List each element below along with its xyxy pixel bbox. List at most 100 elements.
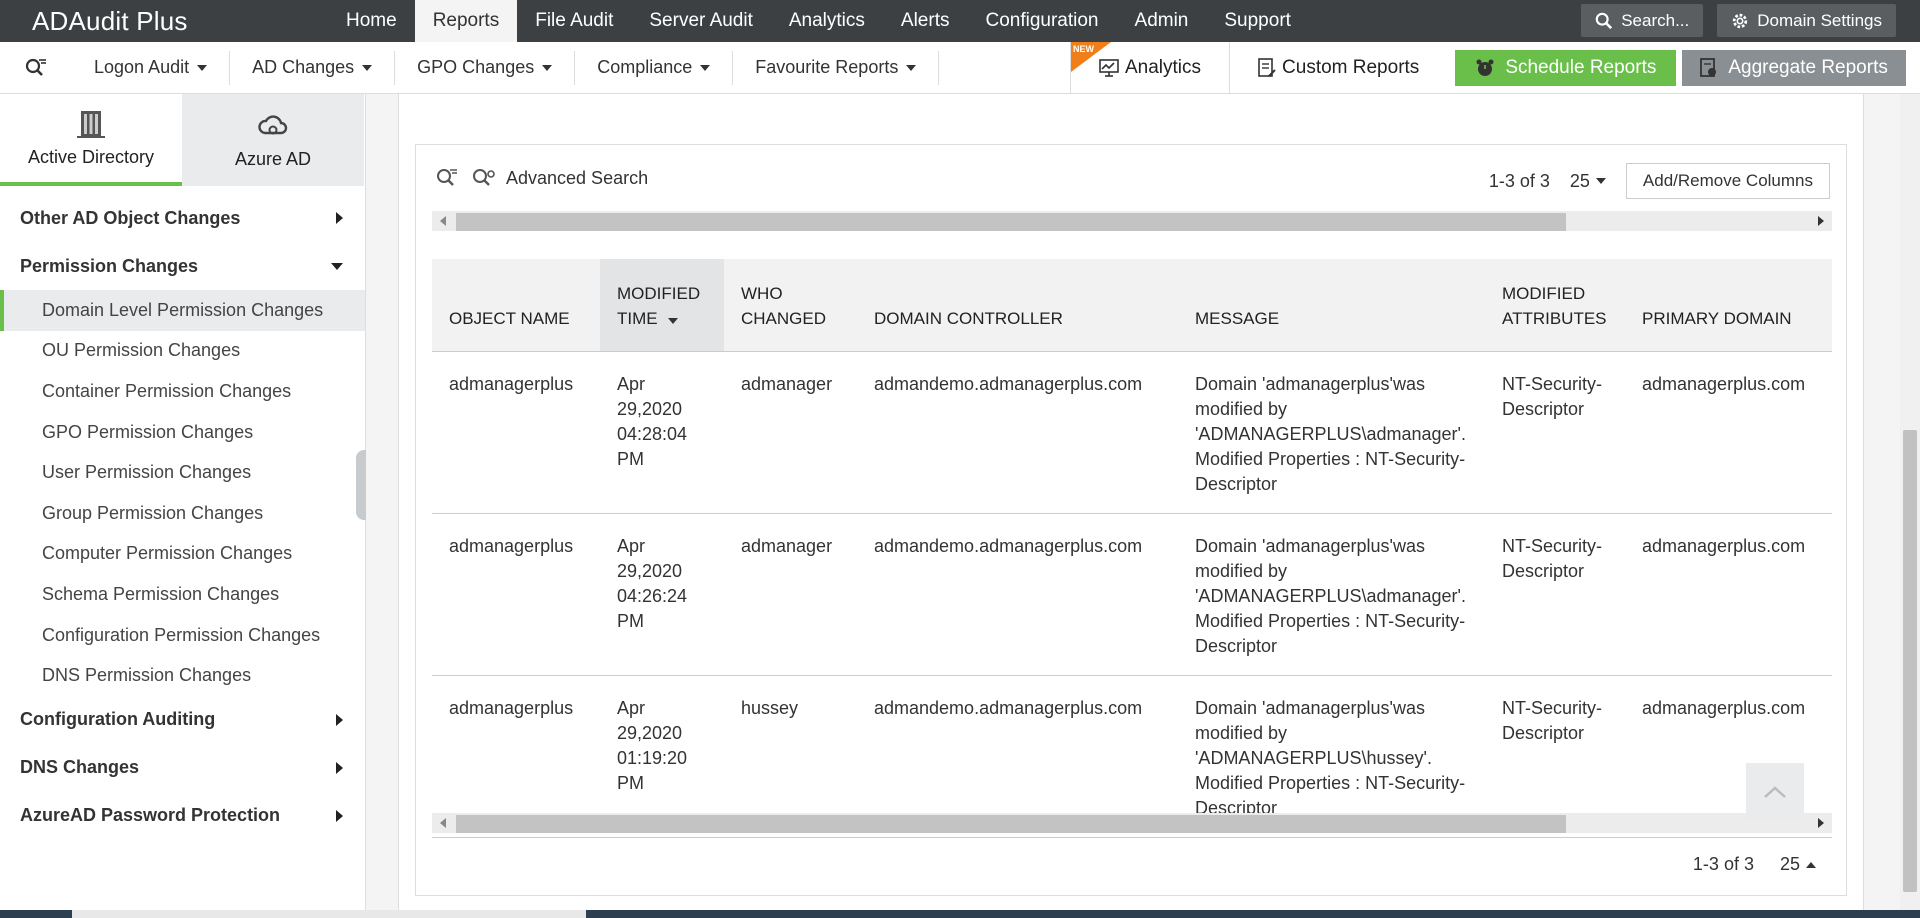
sidebar-item-schema-permission-changes[interactable]: Schema Permission Changes (0, 574, 365, 615)
horizontal-scrollbar-top[interactable] (432, 211, 1832, 231)
column-header-primary-domain[interactable]: PRIMARY DOMAIN (1625, 259, 1832, 352)
column-header-modified-attributes[interactable]: MODIFIED ATTRIBUTES (1485, 259, 1625, 352)
sidebar-item-ou-permission-changes[interactable]: OU Permission Changes (0, 331, 365, 372)
tab-label: Azure AD (234, 148, 312, 169)
cell-object-name: admanagerplus (432, 513, 600, 676)
page-size-select[interactable]: 25 (1780, 854, 1816, 875)
domain-settings-button[interactable]: Domain Settings (1717, 4, 1896, 37)
expand-right-icon (336, 713, 343, 726)
nav-support[interactable]: Support (1206, 0, 1309, 42)
sidebar-collapse-handle[interactable] (356, 450, 366, 520)
sidebar-section-dns-changes[interactable]: DNS Changes (0, 744, 365, 792)
add-remove-columns-button[interactable]: Add/Remove Columns (1625, 163, 1830, 199)
sidebar-item-group-permission-changes[interactable]: Group Permission Changes (0, 493, 365, 534)
analytics-label: Analytics (1125, 57, 1202, 78)
menu-gpo-changes[interactable]: GPO Changes (395, 50, 576, 85)
main-content: Advanced Search 1-3 of 3 25 Add/Remove C… (398, 94, 1864, 918)
nav-server-audit[interactable]: Server Audit (631, 0, 771, 42)
tab-azure-ad[interactable]: Azure AD (182, 94, 364, 186)
column-header-message[interactable]: MESSAGE (1178, 259, 1485, 352)
section-label: AzureAD Password Protection (20, 805, 281, 826)
cell-primary-domain: admanagerplus.com (1625, 513, 1832, 676)
global-search-button[interactable]: Search... (1581, 4, 1704, 37)
chevron-down-icon (1595, 178, 1606, 184)
page-size-select[interactable]: 25 (1570, 171, 1606, 192)
horizontal-scrollbar-bottom[interactable] (432, 813, 1832, 833)
sidebar-item-dns-permission-changes[interactable]: DNS Permission Changes (0, 655, 365, 696)
search-filter-icon (25, 58, 46, 76)
page-vertical-scrollbar[interactable] (1900, 94, 1920, 918)
table-row[interactable]: admanagerplus Apr 29,2020 04:28:04 PM ad… (432, 351, 1832, 514)
sidebar-item-user-permission-changes[interactable]: User Permission Changes (0, 452, 365, 493)
search-filter-icon[interactable] (436, 168, 458, 188)
bottom-pager: 1-3 of 3 25 (1693, 854, 1816, 875)
nav-admin[interactable]: Admin (1117, 0, 1207, 42)
scroll-left-icon[interactable] (440, 216, 446, 226)
app-logo[interactable]: ADAudit Plus (0, 6, 320, 37)
top-navbar: ADAudit Plus Home Reports File Audit Ser… (0, 0, 1920, 42)
search-icon (1595, 12, 1613, 29)
chevron-up-icon (1764, 786, 1786, 798)
menu-favourite-reports[interactable]: Favourite Reports (733, 50, 940, 85)
cell-who-changed: admanager (724, 351, 857, 514)
menu-label: AD Changes (252, 57, 355, 77)
cell-domain-controller: admandemo.admanagerplus.com (857, 351, 1178, 514)
scroll-right-icon[interactable] (1818, 216, 1824, 226)
nav-analytics[interactable]: Analytics (771, 0, 883, 42)
aggregate-reports-button[interactable]: Aggregate Reports (1682, 50, 1906, 86)
bottom-strip-highlight (72, 910, 586, 918)
menu-ad-changes[interactable]: AD Changes (230, 50, 396, 85)
expand-right-icon (336, 212, 343, 224)
cell-message: Domain 'admanagerplus'was modified by 'A… (1178, 351, 1485, 514)
sidebar-section-permission-changes[interactable]: Permission Changes (0, 242, 365, 290)
analytics-tab[interactable]: NEW Analytics (1070, 42, 1229, 94)
sidebar-section-azuread-password-protection[interactable]: AzureAD Password Protection (0, 792, 365, 840)
advanced-search-button[interactable]: Advanced Search (472, 168, 648, 189)
tab-active-directory[interactable]: Active Directory (0, 94, 182, 186)
sort-desc-icon (668, 317, 679, 324)
sidebar: Active Directory Azure AD Other AD Objec… (0, 94, 366, 918)
cell-modified-time: Apr 29,2020 04:28:04 PM (600, 351, 724, 514)
table-row[interactable]: admanagerplus Apr 29,2020 04:26:24 PM ad… (432, 513, 1832, 676)
column-header-domain-controller[interactable]: DOMAIN CONTROLLER (857, 259, 1178, 352)
page-size-value: 25 (1779, 854, 1800, 874)
column-header-object-name[interactable]: OBJECT NAME (432, 259, 600, 352)
scroll-right-icon[interactable] (1818, 818, 1824, 828)
alarm-clock-icon (1476, 59, 1494, 76)
sidebar-section-other-ad-object-changes[interactable]: Other AD Object Changes (0, 194, 365, 242)
scrollbar-thumb[interactable] (456, 213, 1566, 231)
scroll-left-icon[interactable] (440, 818, 446, 828)
nav-home[interactable]: Home (328, 0, 415, 42)
menu-compliance[interactable]: Compliance (575, 50, 734, 85)
nav-reports[interactable]: Reports (414, 0, 518, 42)
section-label: DNS Changes (20, 757, 140, 778)
aggregate-reports-label: Aggregate Reports (1728, 57, 1888, 78)
menu-logon-audit[interactable]: Logon Audit (72, 50, 231, 85)
section-label: Configuration Auditing (20, 709, 216, 730)
nav-alerts[interactable]: Alerts (883, 0, 968, 42)
scrollbar-thumb[interactable] (456, 815, 1566, 833)
schedule-reports-button[interactable]: Schedule Reports (1455, 50, 1677, 86)
sidebar-item-configuration-permission-changes[interactable]: Configuration Permission Changes (0, 615, 365, 656)
report-panel-header: Advanced Search 1-3 of 3 25 Add/Remove C… (416, 145, 1846, 211)
report-panel: Advanced Search 1-3 of 3 25 Add/Remove C… (415, 144, 1847, 896)
nav-configuration[interactable]: Configuration (967, 0, 1116, 42)
custom-report-icon (1258, 58, 1276, 77)
scroll-to-top-button[interactable] (1746, 763, 1804, 821)
sidebar-item-gpo-permission-changes[interactable]: GPO Permission Changes (0, 412, 365, 453)
sidebar-item-container-permission-changes[interactable]: Container Permission Changes (0, 371, 365, 412)
tab-label: Active Directory (27, 146, 155, 167)
nav-file-audit[interactable]: File Audit (517, 0, 631, 42)
sidebar-section-configuration-auditing[interactable]: Configuration Auditing (0, 696, 365, 744)
menu-label: Favourite Reports (755, 57, 899, 77)
scrollbar-thumb[interactable] (1903, 430, 1917, 892)
column-header-who-changed[interactable]: WHO CHANGED (724, 259, 857, 352)
sidebar-item-computer-permission-changes[interactable]: Computer Permission Changes (0, 534, 365, 575)
custom-reports-tab[interactable]: Custom Reports (1229, 42, 1447, 94)
column-header-modified-time[interactable]: MODIFIED TIME (600, 259, 724, 352)
cloud-icon (258, 114, 288, 134)
sidebar-item-domain-level-permission-changes[interactable]: Domain Level Permission Changes (0, 290, 365, 331)
report-search-button[interactable] (0, 58, 72, 78)
cell-modified-attributes: NT-Security-Descriptor (1485, 513, 1625, 676)
page-size-value: 25 (1569, 170, 1590, 191)
